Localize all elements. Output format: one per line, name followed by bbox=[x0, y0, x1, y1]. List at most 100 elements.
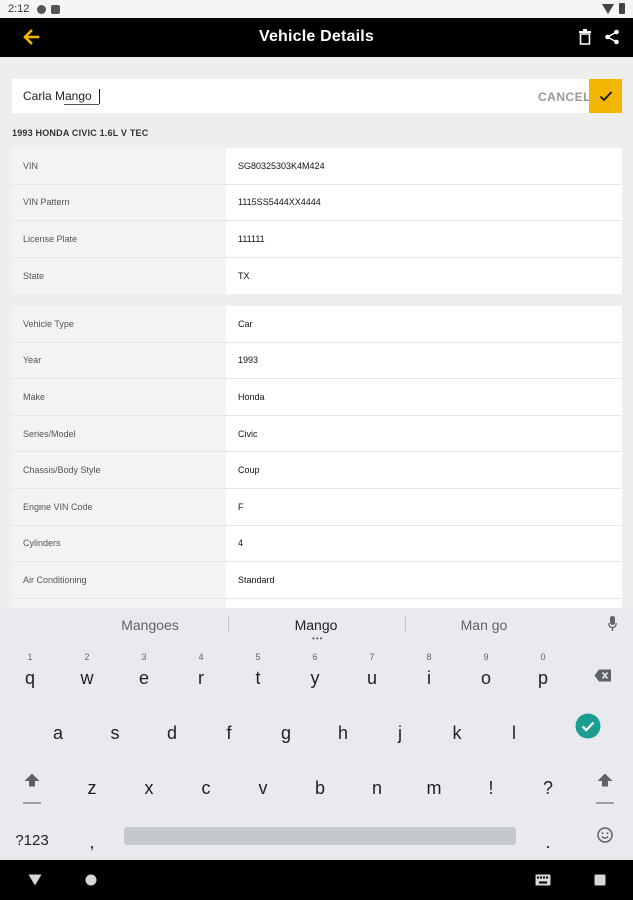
backspace-icon bbox=[594, 669, 611, 682]
text-cursor bbox=[99, 89, 100, 104]
mic-icon[interactable] bbox=[608, 616, 617, 632]
row-label: Cylinders bbox=[12, 525, 226, 562]
registration-card: VIN SG80325303K4M424 VIN Pattern 1115SS544… bbox=[12, 148, 622, 295]
comma-key[interactable]: , bbox=[67, 812, 117, 862]
row-label: Chassis/Body Style bbox=[12, 452, 226, 488]
key-u[interactable]: 7u bbox=[347, 648, 397, 698]
key-c[interactable]: c bbox=[181, 758, 231, 808]
key-char: r bbox=[198, 668, 204, 688]
key-h[interactable]: h bbox=[318, 703, 368, 753]
key-hint: 4 bbox=[198, 652, 204, 662]
key-q[interactable]: 1q bbox=[5, 648, 55, 698]
row-value: 4 bbox=[238, 538, 244, 549]
key-f[interactable]: f bbox=[204, 703, 254, 753]
key-char: , bbox=[89, 832, 95, 852]
recents-nav-icon[interactable] bbox=[594, 874, 606, 886]
key-z[interactable]: z bbox=[67, 758, 117, 808]
key-char: e bbox=[138, 668, 149, 688]
detail-row-partial[interactable] bbox=[12, 598, 622, 608]
row-value bbox=[226, 599, 622, 608]
backspace-key[interactable] bbox=[578, 648, 628, 698]
key-a[interactable]: a bbox=[33, 703, 83, 753]
specs-card: Vehicle Type Car Year 1993 Make Honda Serie… bbox=[12, 306, 622, 608]
suggestion-center[interactable]: Mango bbox=[276, 617, 356, 633]
row-value: F bbox=[238, 501, 244, 512]
key-m[interactable]: m bbox=[409, 758, 459, 808]
detail-row[interactable]: Chassis/Body Style Coup bbox=[12, 452, 622, 489]
share-icon[interactable] bbox=[604, 29, 620, 45]
home-nav-icon[interactable] bbox=[85, 874, 97, 886]
key-char: w bbox=[80, 668, 94, 688]
period-key[interactable]: . bbox=[523, 812, 573, 862]
key-i[interactable]: 8i bbox=[404, 648, 454, 698]
key-e[interactable]: 3e bbox=[119, 648, 169, 698]
detail-row[interactable]: License Plate 111111 bbox=[12, 221, 622, 258]
key-char: t bbox=[255, 668, 261, 688]
key-char: . bbox=[545, 832, 551, 852]
suggestion-right[interactable]: Man go bbox=[444, 617, 524, 633]
detail-row[interactable]: VIN Pattern 1115SS5444XX4444 bbox=[12, 184, 622, 222]
key-hint: 6 bbox=[312, 652, 318, 662]
key-char: ! bbox=[488, 778, 494, 798]
enter-key[interactable] bbox=[563, 703, 613, 753]
space-bar[interactable] bbox=[124, 827, 516, 845]
symbols-key[interactable]: ?123 bbox=[7, 812, 57, 862]
key-p[interactable]: 0p bbox=[518, 648, 568, 698]
key-j[interactable]: j bbox=[375, 703, 425, 753]
key-v[interactable]: v bbox=[238, 758, 288, 808]
key-char: d bbox=[166, 723, 177, 743]
key-hint: 9 bbox=[483, 652, 489, 662]
key-w[interactable]: 2w bbox=[62, 648, 112, 698]
trash-icon[interactable] bbox=[578, 29, 592, 45]
detail-row[interactable]: Year 1993 bbox=[12, 342, 622, 380]
key-char: v bbox=[258, 778, 268, 798]
sync-status-icon bbox=[37, 4, 47, 14]
emoji-key[interactable] bbox=[580, 812, 630, 862]
key-o[interactable]: 9o bbox=[461, 648, 511, 698]
app-bar: Vehicle Details bbox=[0, 18, 633, 57]
row-label: Make bbox=[12, 379, 226, 415]
cancel-button[interactable]: CANCEL bbox=[538, 90, 591, 104]
key-y[interactable]: 6y bbox=[290, 648, 340, 698]
key-exclamation[interactable]: ! bbox=[466, 758, 516, 808]
detail-row[interactable]: Make Honda bbox=[12, 379, 622, 416]
key-r[interactable]: 4r bbox=[176, 648, 226, 698]
detail-row[interactable]: Air Conditioning Standard bbox=[12, 562, 622, 599]
detail-row[interactable]: State TX bbox=[12, 257, 622, 295]
key-question[interactable]: ? bbox=[523, 758, 573, 808]
key-t[interactable]: 5t bbox=[233, 648, 283, 698]
row-label: VIN Pattern bbox=[12, 184, 226, 221]
detail-row[interactable]: Cylinders 4 bbox=[12, 525, 622, 563]
key-s[interactable]: s bbox=[90, 703, 140, 753]
detail-row[interactable]: Vehicle Type Car bbox=[12, 306, 622, 343]
shift-key-right[interactable] bbox=[580, 758, 630, 808]
key-d[interactable]: d bbox=[147, 703, 197, 753]
key-l[interactable]: l bbox=[489, 703, 539, 753]
shift-key-left[interactable] bbox=[7, 758, 57, 808]
key-char: z bbox=[87, 778, 97, 798]
detail-row[interactable]: Series/Model Civic bbox=[12, 415, 622, 453]
shift-icon bbox=[24, 773, 40, 787]
detail-row[interactable]: Engine VIN Code F bbox=[12, 488, 622, 526]
key-g[interactable]: g bbox=[261, 703, 311, 753]
wifi-icon bbox=[602, 3, 614, 14]
key-hint: 5 bbox=[255, 652, 261, 662]
key-x[interactable]: x bbox=[124, 758, 174, 808]
key-b[interactable]: b bbox=[295, 758, 345, 808]
key-n[interactable]: n bbox=[352, 758, 402, 808]
key-k[interactable]: k bbox=[432, 703, 482, 753]
keyboard-icon[interactable] bbox=[535, 874, 551, 886]
key-char: s bbox=[110, 723, 120, 743]
key-char: h bbox=[337, 723, 348, 743]
customer-name-input[interactable] bbox=[12, 79, 512, 113]
confirm-button[interactable] bbox=[589, 79, 622, 113]
row-value: Coup bbox=[238, 465, 260, 476]
key-char: u bbox=[366, 668, 377, 688]
suggestion-left[interactable]: Mangoes bbox=[110, 617, 190, 633]
key-char: f bbox=[226, 723, 232, 743]
key-char: ?123 bbox=[15, 832, 49, 849]
key-char: o bbox=[480, 668, 491, 688]
back-nav-icon[interactable] bbox=[28, 874, 42, 886]
detail-row[interactable]: VIN SG80325303K4M424 bbox=[12, 148, 622, 185]
key-hint: 2 bbox=[84, 652, 90, 662]
